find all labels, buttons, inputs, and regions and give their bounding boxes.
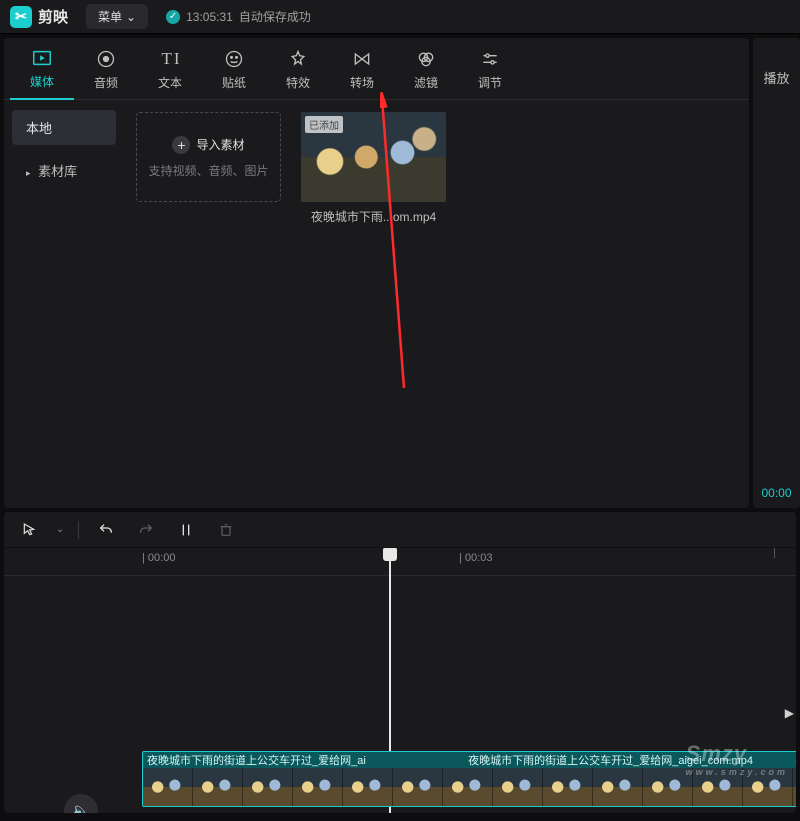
tab-media[interactable]: 媒体 <box>10 38 74 100</box>
preview-timecode: 00:00 <box>761 486 791 500</box>
filter-icon <box>416 48 436 70</box>
tab-label: 转场 <box>350 74 374 91</box>
app-name: 剪映 <box>38 6 68 27</box>
toolbar-separator <box>78 521 79 539</box>
preview-play-label: 播放 <box>763 68 789 87</box>
media-body: 本地 ▸ 素材库 + 导入素材 支持视频、音频、图片 已添加 <box>4 100 749 508</box>
adjust-icon <box>480 48 500 70</box>
import-label: 导入素材 <box>196 136 244 153</box>
ruler-tick: | 00:03 <box>459 552 492 564</box>
cursor-tool[interactable] <box>16 517 42 543</box>
sidebar-item-label: 素材库 <box>38 164 77 179</box>
save-text: 自动保存成功 <box>239 8 311 25</box>
timeline-ruler[interactable]: | 00:00 | 00:03 <box>4 548 796 576</box>
main-row: 媒体 音频 T I 文本 贴纸 特 <box>0 34 800 512</box>
tab-adjust[interactable]: 调节 <box>458 38 522 100</box>
media-clip[interactable]: 已添加 夜晚城市下雨...om.mp4 <box>301 112 446 225</box>
chevron-down-icon: ⌄ <box>126 10 136 24</box>
redo-button[interactable] <box>133 517 159 543</box>
tab-label: 调节 <box>478 74 502 91</box>
sidebar-item-label: 本地 <box>26 121 52 136</box>
effects-icon <box>288 48 308 70</box>
check-icon: ✓ <box>166 10 180 24</box>
import-media-button[interactable]: + 导入素材 支持视频、音频、图片 <box>136 112 281 202</box>
split-button[interactable] <box>173 517 199 543</box>
media-grid: + 导入素材 支持视频、音频、图片 已添加 夜晚城市下雨...om.mp4 <box>124 100 749 508</box>
app-logo: ✂ 剪映 <box>10 6 68 28</box>
track-area[interactable]: 🔈 夜晚城市下雨的街道上公交车开过_爱给网_ai 夜晚城市下雨的街道上公交车开过… <box>4 576 796 813</box>
timeline[interactable]: | 00:00 | 00:03 🔈 夜晚城市下雨的街道上公交车开过_爱给网_ai… <box>4 548 796 813</box>
tab-sticker[interactable]: 贴纸 <box>202 38 266 100</box>
tab-label: 贴纸 <box>222 74 246 91</box>
menu-label: 菜单 <box>98 8 122 25</box>
watermark: Smzy www.smzy.com <box>686 741 788 777</box>
sticker-icon <box>224 48 244 70</box>
chevron-right-icon: ▸ <box>26 168 31 178</box>
plus-icon: + <box>172 136 190 154</box>
tab-audio[interactable]: 音频 <box>74 38 138 100</box>
tab-filter[interactable]: 滤镜 <box>394 38 458 100</box>
timeline-toolbar: ⌄ <box>4 512 796 548</box>
tab-label: 特效 <box>286 74 310 91</box>
text-icon: T I <box>162 48 179 70</box>
tab-label: 文本 <box>158 74 182 91</box>
ruler-mark <box>774 548 775 558</box>
logo-icon: ✂ <box>10 6 32 28</box>
autosave-status: ✓ 13:05:31 自动保存成功 <box>166 8 311 25</box>
sidebar-item-local[interactable]: 本地 <box>12 110 116 145</box>
track-mute-button[interactable]: 🔈 <box>64 794 98 813</box>
ruler-tick: | 00:00 <box>142 552 175 564</box>
import-title: + 导入素材 <box>172 136 244 154</box>
clip-filename: 夜晚城市下雨...om.mp4 <box>301 208 446 225</box>
save-time: 13:05:31 <box>186 10 233 24</box>
speaker-icon: 🔈 <box>71 801 91 813</box>
delete-button[interactable] <box>213 517 239 543</box>
preview-panel: 播放 00:00 <box>753 38 800 508</box>
media-panel: 媒体 音频 T I 文本 贴纸 特 <box>4 38 749 508</box>
tab-text[interactable]: T I 文本 <box>138 38 202 100</box>
tab-label: 滤镜 <box>414 74 438 91</box>
added-badge: 已添加 <box>305 116 343 133</box>
media-icon <box>31 47 53 69</box>
audio-icon <box>96 48 116 70</box>
title-bar: ✂ 剪映 菜单 ⌄ ✓ 13:05:31 自动保存成功 <box>0 0 800 34</box>
side-nav: 本地 ▸ 素材库 <box>4 100 124 508</box>
import-hint: 支持视频、音频、图片 <box>148 162 268 179</box>
tab-label: 媒体 <box>30 73 54 90</box>
tab-transitions[interactable]: 转场 <box>330 38 394 100</box>
tab-label: 音频 <box>94 74 118 91</box>
sidebar-item-library[interactable]: ▸ 素材库 <box>12 153 116 188</box>
clip-thumbnail[interactable]: 已添加 <box>301 112 446 202</box>
media-tabs: 媒体 音频 T I 文本 贴纸 特 <box>4 38 749 100</box>
menu-button[interactable]: 菜单 ⌄ <box>86 4 148 29</box>
scroll-right-icon[interactable]: ▶ <box>785 706 794 720</box>
tab-effects[interactable]: 特效 <box>266 38 330 100</box>
transitions-icon <box>352 48 372 70</box>
chevron-down-icon: ⌄ <box>56 524 64 535</box>
undo-button[interactable] <box>93 517 119 543</box>
